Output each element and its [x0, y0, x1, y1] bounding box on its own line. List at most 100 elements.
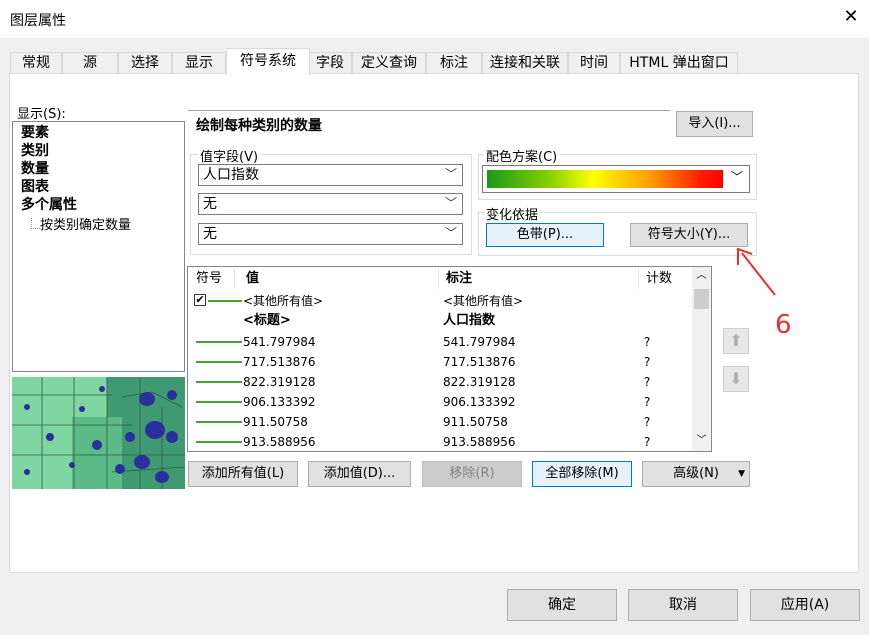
list-row-other-values[interactable]: ✔ <其他所有值> <其他所有值> — [188, 291, 688, 311]
list-row[interactable]: 717.513876 717.513876 ? — [188, 352, 688, 372]
row-value: 717.513876 — [243, 355, 316, 369]
chevron-down-icon: ﹀ — [444, 226, 457, 240]
tab-selection[interactable]: 选择 — [118, 52, 172, 73]
row-count: ? — [644, 435, 651, 449]
column-divider — [234, 269, 235, 289]
row-label: 913.588956 — [443, 435, 516, 449]
list-row-heading[interactable]: <标题> 人口指数 — [188, 311, 688, 331]
color-scheme-label: 配色方案(C) — [484, 146, 560, 165]
symbol-swatch — [196, 441, 242, 443]
symbol-swatch — [196, 421, 242, 423]
column-label[interactable]: 标注 — [446, 267, 472, 289]
window-title: 图层属性 — [10, 13, 66, 29]
list-row[interactable]: 913.588956 913.588956 ? — [188, 432, 688, 451]
chevron-down-icon: ﹀ — [444, 196, 457, 210]
row-value: 822.319128 — [243, 375, 316, 389]
tree-connector — [31, 218, 40, 229]
tab-definition-query[interactable]: 定义查询 — [352, 52, 426, 73]
value-field-1-value: 人口指数 — [203, 167, 259, 183]
row-value: 911.50758 — [243, 415, 308, 429]
preview-map — [12, 377, 185, 489]
row-value: 913.588956 — [243, 435, 316, 449]
list-row[interactable]: 911.50758 911.50758 ? — [188, 412, 688, 432]
tab-display[interactable]: 显示 — [172, 52, 226, 73]
chevron-down-icon: ﹀ — [444, 167, 457, 181]
tab-general[interactable]: 常规 — [10, 52, 62, 73]
tab-source[interactable]: 源 — [62, 52, 118, 73]
apply-button[interactable]: 应用(A) — [750, 589, 860, 621]
symbol-swatch — [208, 300, 242, 302]
row-count: ? — [644, 355, 651, 369]
tree-item-multiple-attributes[interactable]: 多个属性 — [21, 196, 77, 214]
tab-labels[interactable]: 标注 — [426, 52, 482, 73]
import-button[interactable]: 导入(I)... — [676, 111, 753, 137]
row-value: <其他所有值> — [243, 294, 324, 308]
tab-html-popup[interactable]: HTML 弹出窗口 — [620, 52, 738, 73]
value-field-2-select[interactable]: 无 ﹀ — [198, 193, 463, 215]
row-label: 717.513876 — [443, 355, 516, 369]
close-icon[interactable]: ✕ — [840, 6, 862, 28]
tab-symbology[interactable]: 符号系统 — [226, 48, 310, 75]
value-fields-label: 值字段(V) — [198, 146, 261, 165]
remove-all-button[interactable]: 全部移除(M) — [532, 461, 632, 487]
chevron-down-icon: ﹀ — [730, 170, 743, 184]
advanced-button[interactable]: 高级(N) ▼ — [642, 461, 750, 487]
tab-fields[interactable]: 字段 — [308, 52, 352, 73]
annotation-arrow-icon — [737, 247, 776, 296]
row-count: ? — [644, 335, 651, 349]
map-preview-image — [12, 377, 185, 489]
show-label: 显示(S): — [17, 107, 66, 122]
list-row[interactable]: 906.133392 906.133392 ? — [188, 392, 688, 412]
column-divider — [438, 269, 439, 289]
row-value: 541.797984 — [243, 335, 316, 349]
scroll-thumb[interactable] — [694, 289, 709, 309]
tree-item-quantity-by-category[interactable]: 按类别确定数量 — [40, 214, 131, 233]
tab-joins-relates[interactable]: 连接和关联 — [482, 52, 568, 73]
value-field-1-select[interactable]: 人口指数 ﹀ — [198, 164, 463, 186]
symbol-swatch — [196, 341, 242, 343]
add-all-values-button[interactable]: 添加所有值(L) — [188, 461, 298, 487]
row-label: 906.133392 — [443, 395, 516, 409]
column-divider — [638, 269, 639, 289]
vertical-scrollbar[interactable]: ︿ ﹀ — [692, 267, 711, 451]
column-value[interactable]: 值 — [246, 267, 259, 289]
value-field-3-value: 无 — [203, 226, 217, 242]
advanced-label: 高级(N) — [673, 466, 719, 481]
symbol-size-button[interactable]: 符号大小(Y)... — [630, 223, 748, 247]
tree-item-quantities[interactable]: 数量 — [21, 160, 49, 178]
tree-item-charts[interactable]: 图表 — [21, 178, 49, 196]
tab-time[interactable]: 时间 — [568, 52, 620, 73]
row-count: ? — [644, 375, 651, 389]
value-field-3-select[interactable]: 无 ﹀ — [198, 223, 463, 245]
symbol-swatch — [196, 381, 242, 383]
move-up-icon[interactable]: ⬆ — [723, 328, 749, 354]
color-ramp-swatch — [487, 170, 723, 188]
row-label: 人口指数 — [443, 313, 496, 328]
color-ramp-button[interactable]: 色带(P)... — [486, 223, 604, 247]
row-count: ? — [644, 395, 651, 409]
row-label: 541.797984 — [443, 335, 516, 349]
remove-button[interactable]: 移除(R) — [422, 461, 522, 487]
checkbox[interactable]: ✔ — [194, 294, 206, 306]
symbol-list[interactable]: 符号 值 标注 计数 ✔ <其他所有值> <其他所有值> <标题> 人口指数 5… — [187, 266, 712, 452]
dropdown-arrow-icon: ▼ — [738, 469, 745, 479]
scroll-down-icon[interactable]: ﹀ — [692, 432, 711, 450]
row-label: 822.319128 — [443, 375, 516, 389]
row-label: 911.50758 — [443, 415, 508, 429]
scroll-up-icon[interactable]: ︿ — [692, 267, 711, 285]
tree-item-categories[interactable]: 类别 — [21, 142, 49, 160]
column-count[interactable]: 计数 — [646, 267, 672, 289]
list-row[interactable]: 541.797984 541.797984 ? — [188, 332, 688, 352]
list-row[interactable]: 822.319128 822.319128 ? — [188, 372, 688, 392]
move-down-icon[interactable]: ⬇ — [723, 366, 749, 392]
add-values-button[interactable]: 添加值(D)... — [308, 461, 411, 487]
tree-item-features[interactable]: 要素 — [21, 124, 49, 142]
column-symbol[interactable]: 符号 — [196, 267, 222, 289]
renderer-tree[interactable]: 要素 类别 数量 图表 多个属性 按类别确定数量 — [12, 121, 185, 372]
row-value: 906.133392 — [243, 395, 316, 409]
renderer-description: 绘制每种类别的数量 — [196, 118, 322, 134]
symbol-swatch — [196, 361, 242, 363]
ok-button[interactable]: 确定 — [507, 589, 617, 621]
cancel-button[interactable]: 取消 — [628, 589, 738, 621]
value-field-2-value: 无 — [203, 196, 217, 212]
